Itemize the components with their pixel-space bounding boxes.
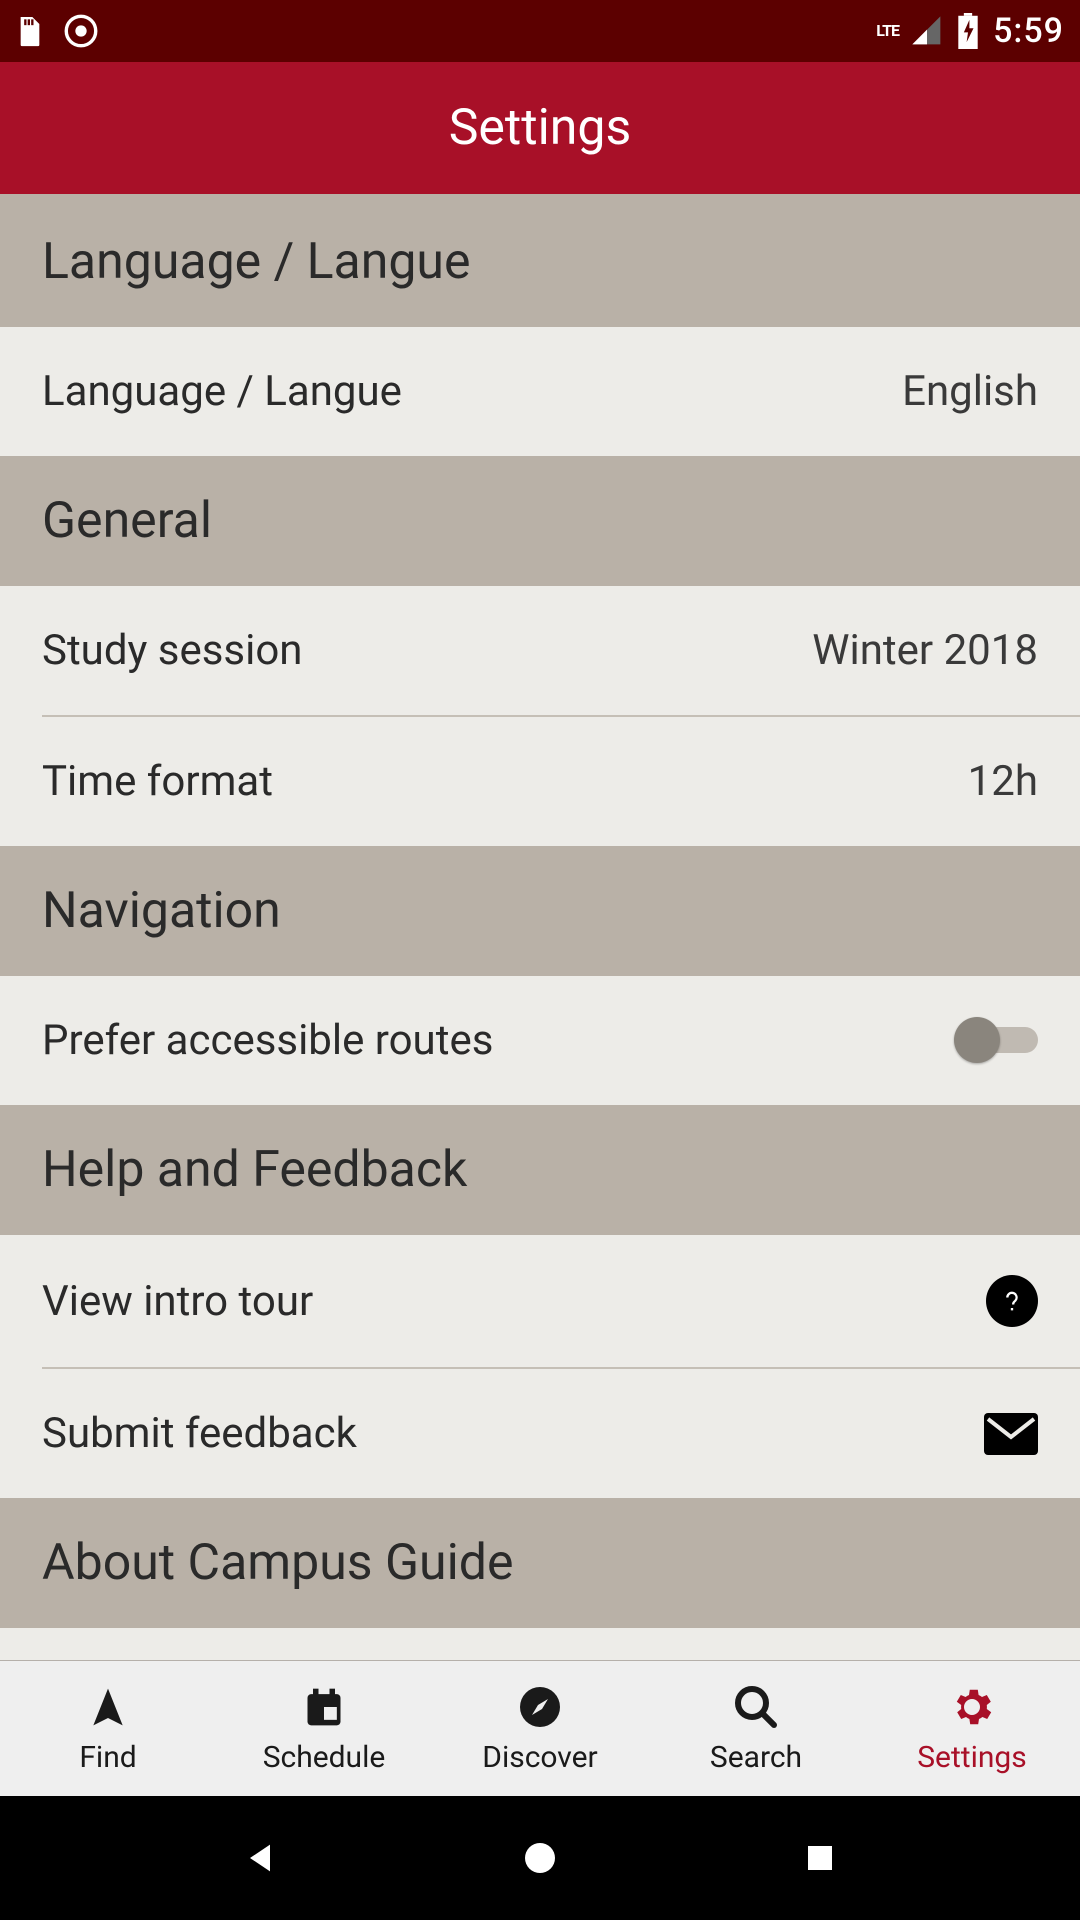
section-header-about: About Campus Guide xyxy=(0,1498,1080,1628)
settings-content[interactable]: Language / Langue Language / Langue Engl… xyxy=(0,194,1080,1672)
section-header-label: About Campus Guide xyxy=(42,1534,513,1592)
section-header-label: General xyxy=(42,492,212,550)
section-header-label: Language / Langue xyxy=(42,233,471,291)
help-icon xyxy=(986,1275,1038,1327)
discover-icon xyxy=(515,1682,565,1732)
accessible-routes-toggle[interactable] xyxy=(954,1021,1038,1061)
sd-card-icon xyxy=(16,13,44,49)
battery-icon xyxy=(955,13,981,49)
section-header-general: General xyxy=(0,456,1080,586)
mail-icon xyxy=(984,1413,1038,1455)
nav-label: Find xyxy=(79,1740,136,1775)
find-icon xyxy=(83,1682,133,1732)
section-header-navigation: Navigation xyxy=(0,846,1080,976)
status-right: LTE 5:59 xyxy=(876,11,1064,51)
nav-search[interactable]: Search xyxy=(648,1661,864,1796)
section-header-label: Navigation xyxy=(42,882,281,940)
signal-icon xyxy=(911,15,943,47)
section-header-help: Help and Feedback xyxy=(0,1105,1080,1235)
language-label: Language / Langue xyxy=(42,367,402,416)
accessible-routes-label: Prefer accessible routes xyxy=(42,1016,493,1065)
nav-label: Discover xyxy=(482,1740,597,1775)
search-icon xyxy=(731,1682,781,1732)
system-nav xyxy=(0,1796,1080,1920)
time-format-value: 12h xyxy=(968,757,1038,806)
schedule-icon xyxy=(299,1682,349,1732)
nav-settings[interactable]: Settings xyxy=(864,1661,1080,1796)
nav-label: Schedule xyxy=(263,1740,386,1775)
settings-icon xyxy=(947,1682,997,1732)
accessible-routes-row[interactable]: Prefer accessible routes xyxy=(0,976,1080,1105)
bottom-nav: Find Schedule Discover Search Settings xyxy=(0,1660,1080,1796)
time-format-row[interactable]: Time format 12h xyxy=(0,717,1080,846)
study-session-row[interactable]: Study session Winter 2018 xyxy=(0,586,1080,715)
nav-schedule[interactable]: Schedule xyxy=(216,1661,432,1796)
view-intro-tour-row[interactable]: View intro tour xyxy=(0,1235,1080,1367)
app-bar: Settings xyxy=(0,62,1080,194)
study-session-label: Study session xyxy=(42,626,302,675)
home-button[interactable] xyxy=(510,1828,570,1888)
toggle-knob xyxy=(954,1017,1000,1063)
language-row[interactable]: Language / Langue English xyxy=(0,327,1080,456)
view-intro-tour-label: View intro tour xyxy=(42,1277,313,1326)
submit-feedback-row[interactable]: Submit feedback xyxy=(0,1369,1080,1498)
lte-indicator: LTE xyxy=(876,24,899,38)
section-header-label: Help and Feedback xyxy=(42,1141,467,1199)
page-title: Settings xyxy=(449,99,632,157)
back-button[interactable] xyxy=(230,1828,290,1888)
nav-find[interactable]: Find xyxy=(0,1661,216,1796)
section-header-language: Language / Langue xyxy=(0,197,1080,327)
study-session-value: Winter 2018 xyxy=(812,626,1038,675)
nav-discover[interactable]: Discover xyxy=(432,1661,648,1796)
submit-feedback-label: Submit feedback xyxy=(42,1409,357,1458)
time-format-label: Time format xyxy=(42,757,273,806)
nav-label: Settings xyxy=(917,1740,1027,1775)
language-value: English xyxy=(902,367,1038,416)
record-icon xyxy=(64,14,98,48)
status-left xyxy=(16,13,98,49)
status-bar: LTE 5:59 xyxy=(0,0,1080,62)
nav-label: Search xyxy=(710,1740,802,1775)
recent-button[interactable] xyxy=(790,1828,850,1888)
status-time: 5:59 xyxy=(993,11,1064,51)
